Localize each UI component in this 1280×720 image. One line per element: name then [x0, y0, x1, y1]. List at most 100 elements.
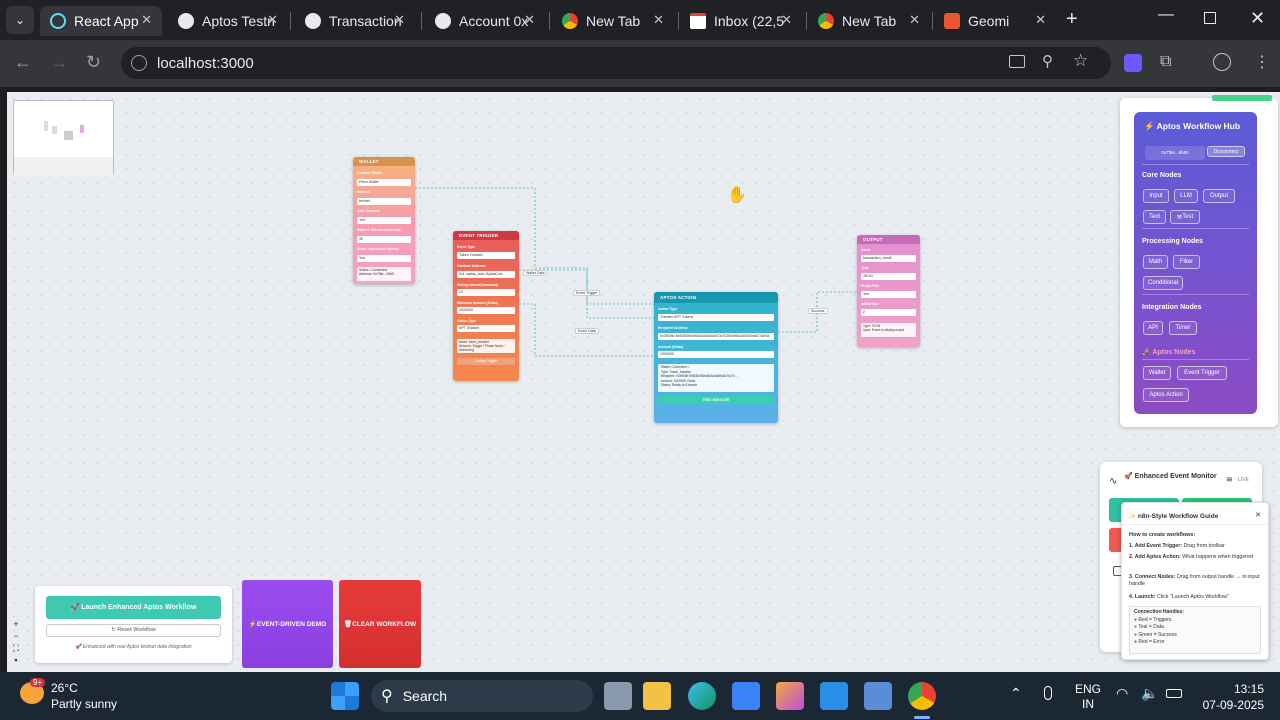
recipient-input[interactable]: 0x3f54fb7bb5384f3ed6b3a44a9c5a70c702f3ed…: [658, 333, 774, 340]
wallet-node[interactable]: WALLET Connect Wallet Petra Wallet Netwo…: [353, 157, 415, 284]
token-type-select[interactable]: APT (Native): [457, 325, 515, 332]
aptos-action-node[interactable]: APTOS ACTION Action Type Transfer APT To…: [654, 292, 778, 423]
clear-workflow-button[interactable]: 🗑 CLEAR WORKFLOW: [339, 580, 421, 668]
profile-icon[interactable]: [1213, 53, 1231, 71]
tab-account[interactable]: Account 0x ✕: [425, 6, 545, 36]
clock[interactable]: 13:15 07-09-2025: [1196, 681, 1264, 713]
polling-input[interactable]: 10: [457, 289, 515, 296]
window-close-button[interactable]: ✕: [1250, 8, 1265, 29]
tab-transaction[interactable]: Transaction ✕: [295, 6, 415, 36]
node-input-button[interactable]: Input: [1143, 189, 1169, 203]
event-driven-demo-button[interactable]: ⚡ EVENT-DRIVEN DEMO: [242, 580, 333, 668]
action-type-select[interactable]: Transfer APT Tokens: [658, 314, 774, 321]
node-test-button[interactable]: ⚒ Test: [1170, 210, 1200, 224]
zoom-out-button[interactable]: −: [10, 630, 22, 642]
disconnect-button[interactable]: Disconnect: [1207, 146, 1245, 157]
launch-workflow-button[interactable]: 🚀 Launch Enhanced Aptos Workflow: [46, 596, 221, 619]
output-type-select[interactable]: JSON: [861, 273, 916, 280]
close-icon[interactable]: ✕: [781, 12, 792, 28]
network-select[interactable]: testnet: [357, 198, 411, 205]
test-execute-button[interactable]: TEST EXECUTE: [658, 396, 774, 404]
vscode-icon[interactable]: [820, 682, 848, 710]
minimize-button[interactable]: —: [1158, 6, 1174, 24]
close-icon[interactable]: ✕: [394, 12, 405, 28]
weather-widget[interactable]: 9+ 26°C Partly sunny: [20, 678, 150, 714]
tab-new-tab[interactable]: New Tab ✕: [552, 6, 674, 36]
reload-icon[interactable]: ↻: [86, 52, 101, 73]
wallet-select[interactable]: Petra Wallet: [357, 179, 411, 186]
min-amount-input[interactable]: 1000000: [457, 307, 515, 314]
tab-search-button[interactable]: ⌄: [6, 6, 34, 34]
contract-address-input[interactable]: 0x1::aptos_coin::AptosCoin: [457, 271, 515, 278]
node-api-button[interactable]: API: [1143, 321, 1163, 335]
reset-workflow-button[interactable]: ↻ Reset Workflow: [46, 624, 221, 637]
close-icon[interactable]: ✕: [524, 12, 535, 28]
event-type-select[interactable]: Token Transfer: [457, 252, 515, 259]
task-view-icon[interactable]: [604, 682, 632, 710]
site-info-icon[interactable]: [131, 55, 147, 71]
output-node[interactable]: OUTPUT Name transaction_result Type JSON…: [857, 235, 920, 347]
node-aptos-action-button[interactable]: Aptos Action: [1143, 388, 1189, 402]
file-explorer-icon[interactable]: [643, 682, 671, 710]
lock-icon[interactable]: ▪: [10, 654, 22, 666]
output-name-input[interactable]: transaction_result: [861, 255, 916, 262]
node-output-button[interactable]: Output: [1203, 189, 1235, 203]
node-event-trigger-button[interactable]: Event Trigger: [1177, 366, 1227, 380]
tab-aptos-testnet[interactable]: Aptos Testn ✕: [168, 6, 288, 36]
edge-icon[interactable]: [688, 682, 716, 710]
close-icon[interactable]: ✕: [909, 12, 920, 28]
tab-geomi[interactable]: Geomi ✕: [934, 6, 1056, 36]
menu-icon[interactable]: ⋮: [1254, 52, 1270, 72]
address-bar[interactable]: localhost:3000 ⚲ ☆: [121, 47, 1111, 79]
tab-new-tab-2[interactable]: New Tab ✕: [808, 6, 930, 36]
start-button[interactable]: [331, 682, 359, 710]
node-filter-button[interactable]: Filter: [1173, 255, 1200, 269]
close-icon[interactable]: ✕: [267, 12, 278, 28]
node-math-button[interactable]: Math: [1143, 255, 1168, 269]
restore-button[interactable]: [1204, 12, 1216, 24]
event-trigger-node[interactable]: EVENT TRIGGER Event Type Token Transfer …: [453, 231, 519, 381]
language-indicator[interactable]: ENG IN: [1075, 682, 1101, 712]
store-icon[interactable]: [732, 682, 760, 710]
clock-time: 13:15: [1233, 682, 1264, 696]
forward-icon[interactable]: →: [50, 52, 68, 73]
node-llm-button[interactable]: LLM: [1174, 189, 1198, 203]
node-text-button[interactable]: Text: [1143, 210, 1166, 224]
indent-input[interactable]: 2: [861, 309, 916, 316]
refresh-input[interactable]: 30: [357, 236, 411, 243]
close-icon[interactable]: ✕: [1035, 12, 1046, 28]
close-icon[interactable]: ✕: [653, 12, 664, 28]
wifi-icon[interactable]: ◠: [1116, 685, 1128, 702]
testing-trigger-button[interactable]: Testing Trigger: [457, 358, 515, 365]
tab-label: React App: [74, 13, 139, 29]
microphone-icon[interactable]: [1044, 686, 1052, 700]
close-icon[interactable]: ✕: [141, 12, 152, 28]
guide-close-button[interactable]: ✕: [1255, 511, 1261, 519]
back-icon[interactable]: ←: [14, 52, 32, 73]
battery-icon[interactable]: [1166, 689, 1182, 698]
tab-react-app[interactable]: React App ✕: [40, 6, 162, 36]
zoom-icon[interactable]: ⚲: [1042, 52, 1053, 70]
node-wallet-button[interactable]: Wallet: [1143, 366, 1171, 380]
copilot-icon[interactable]: [776, 682, 804, 710]
node-conditional-button[interactable]: Conditional: [1143, 276, 1183, 290]
bookmark-star-icon[interactable]: ☆: [1073, 51, 1088, 71]
fit-view-button[interactable]: ⛶: [10, 642, 22, 654]
amount-input[interactable]: 1000000: [658, 351, 774, 358]
extension-icon[interactable]: [1124, 54, 1142, 72]
volume-icon[interactable]: 🔈: [1141, 685, 1158, 702]
new-tab-button[interactable]: +: [1066, 8, 1078, 31]
install-icon[interactable]: [1009, 55, 1025, 68]
notepad-icon[interactable]: [864, 682, 892, 710]
zoom-in-button[interactable]: +: [10, 618, 22, 630]
history-select[interactable]: Yes: [357, 255, 411, 262]
auto-connect-select[interactable]: Yes: [357, 217, 411, 224]
workflow-canvas[interactable]: Wallet Data Event Trigger Event Data Suc…: [7, 92, 1280, 672]
taskbar-search[interactable]: ⚲ Search: [371, 680, 593, 712]
tray-chevron-icon[interactable]: ⌃: [1010, 685, 1022, 702]
node-timer-button[interactable]: Timer: [1169, 321, 1197, 335]
chrome-icon[interactable]: [908, 682, 936, 710]
tab-inbox[interactable]: Inbox (22,5 ✕: [680, 6, 802, 36]
extensions-puzzle-icon[interactable]: ⧉: [1160, 53, 1171, 71]
pretty-print-select[interactable]: Yes: [861, 291, 916, 298]
